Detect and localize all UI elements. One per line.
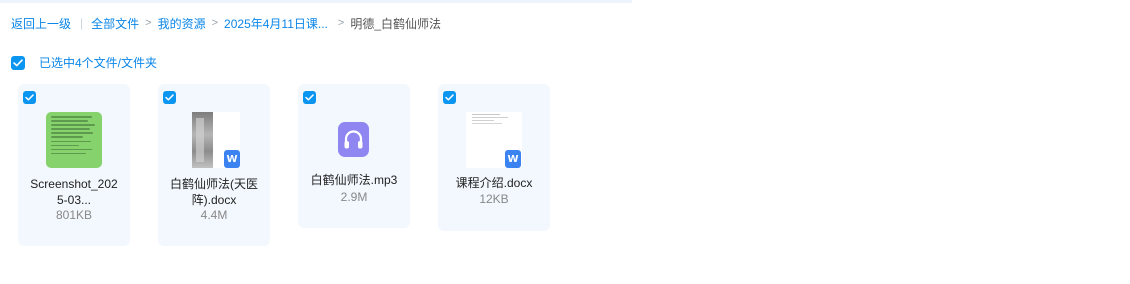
word-badge-icon: W	[505, 150, 521, 168]
breadcrumb-divider: |	[80, 16, 84, 30]
file-card[interactable]: 白鹤仙师法.mp3 2.9M	[298, 84, 410, 228]
chevron-right-icon: >	[337, 17, 345, 29]
file-checkbox[interactable]	[443, 91, 456, 104]
file-name: Screenshot_2025-03...	[30, 177, 118, 207]
selection-count-label: 已选中4个文件/文件夹	[39, 56, 158, 70]
file-name: 课程介绍.docx	[455, 176, 533, 190]
file-card[interactable]: W 课程介绍.docx 12KB	[438, 84, 550, 231]
select-all-row: 已选中4个文件/文件夹	[11, 54, 157, 71]
file-card[interactable]: Screenshot_2025-03... 801KB	[18, 84, 130, 246]
file-size: 801KB	[55, 208, 93, 222]
file-checkbox[interactable]	[303, 91, 316, 104]
check-icon	[305, 94, 314, 101]
file-card[interactable]: W 白鹤仙师法(天医阵).docx 4.4M	[158, 84, 270, 246]
select-all-checkbox[interactable]	[11, 55, 25, 70]
chevron-right-icon: >	[145, 17, 152, 29]
file-checkbox[interactable]	[163, 91, 176, 104]
word-doc-icon: W	[186, 112, 242, 168]
file-size: 2.9M	[340, 190, 368, 204]
file-size: 12KB	[479, 192, 509, 206]
headphones-icon	[344, 130, 363, 149]
check-icon	[445, 94, 454, 101]
file-name: 白鹤仙师法(天医阵).docx	[170, 177, 258, 207]
top-divider	[0, 0, 632, 3]
word-badge-icon: W	[224, 150, 240, 168]
breadcrumb: 返回上一级 | 全部文件 > 我的资源 > 2025年4月11日课... > 明…	[11, 14, 441, 32]
breadcrumb-item-all-files[interactable]: 全部文件	[91, 15, 139, 32]
breadcrumb-item-my-resources[interactable]: 我的资源	[158, 15, 206, 32]
check-icon	[165, 94, 174, 101]
check-icon	[13, 58, 23, 66]
back-link[interactable]: 返回上一级	[11, 15, 71, 32]
file-name: 白鹤仙师法.mp3	[310, 173, 398, 187]
word-doc-icon: W	[466, 112, 522, 168]
file-checkbox[interactable]	[23, 91, 36, 104]
chevron-right-icon: >	[211, 17, 219, 29]
image-thumbnail	[46, 112, 102, 168]
breadcrumb-item-current: 明德_白鹤仙师法	[350, 16, 442, 31]
file-size: 4.4M	[200, 208, 228, 222]
check-icon	[25, 94, 34, 101]
breadcrumb-item-course-folder[interactable]: 2025年4月11日课...	[224, 15, 328, 32]
audio-file-icon	[326, 112, 382, 168]
